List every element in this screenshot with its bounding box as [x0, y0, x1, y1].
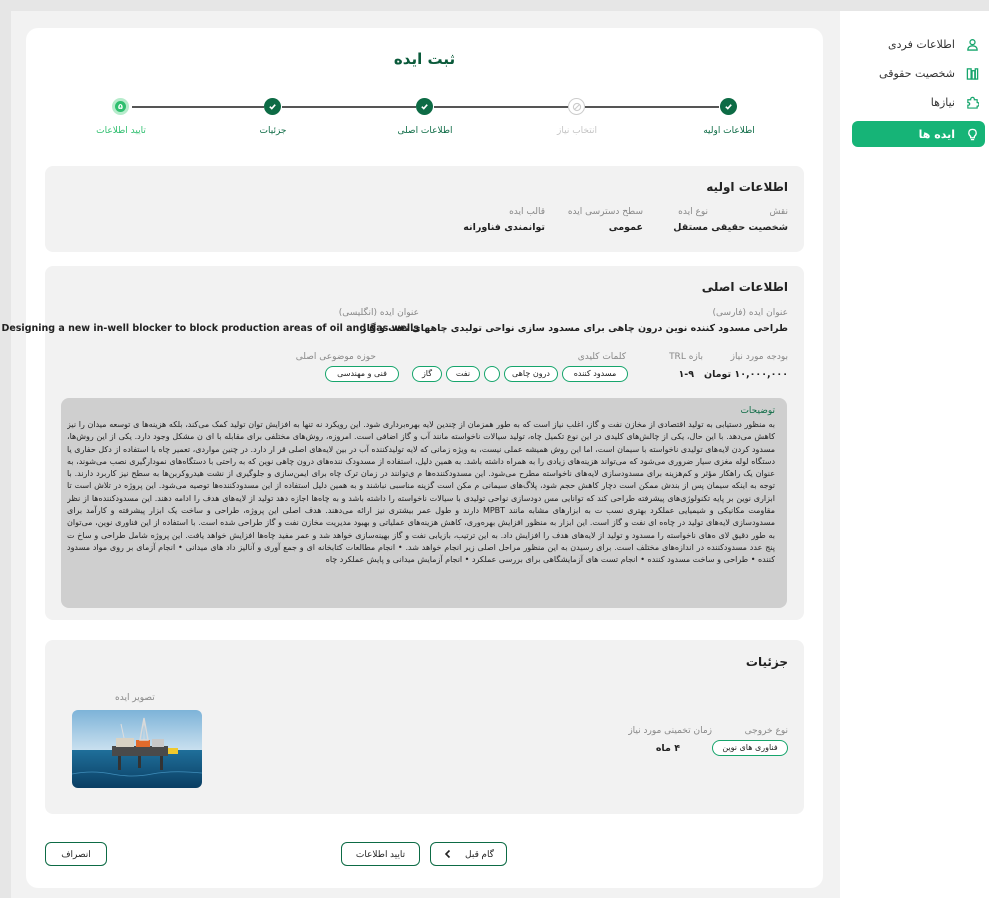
window-left-bar: [0, 11, 11, 898]
puzzle-icon: [961, 91, 983, 113]
main-domain-tag: فنی و مهندسی: [325, 366, 399, 382]
description-text: به منظور دستیابی به تولید اقتصادی از مخا…: [67, 420, 775, 565]
user-icon: [961, 33, 983, 55]
idea-type-value: مستقل: [673, 222, 708, 233]
idea-form-card: ثبت ایده ۵ اطلاعات اولیه انتخاب نیاز اطل…: [1, 28, 823, 888]
title-en-value: Designing a new in-well blocker to block…: [1, 323, 419, 334]
description-label: توضیحات: [740, 406, 775, 416]
sidebar-item-label: نیازها: [930, 95, 955, 109]
step-connector: [132, 106, 264, 108]
sidebar-item-ideas[interactable]: ایده ها: [852, 121, 985, 147]
check-icon: [269, 104, 276, 110]
sidebar-item-label: شخصیت حقوقی: [879, 66, 955, 80]
step-connector: [282, 106, 416, 108]
step-connector: [434, 106, 568, 108]
sidebar-item-legal-entity[interactable]: شخصیت حقوقی: [852, 60, 985, 86]
keywords-label: کلمات کلیدی: [577, 352, 626, 362]
step-main-info-indicator[interactable]: [416, 98, 433, 115]
keyword-tag: درون چاهی: [504, 366, 558, 382]
section-title: اطلاعات اولیه: [706, 180, 788, 194]
page-title: ثبت ایده: [393, 50, 456, 68]
step-select-need-indicator: [568, 98, 585, 115]
title-fa-label: عنوان ایده (فارسی): [712, 308, 788, 318]
cancel-button[interactable]: انصراف: [45, 842, 107, 866]
step-confirm-indicator[interactable]: ۵: [112, 98, 129, 115]
lightbulb-icon: [961, 123, 983, 145]
sidebar-item-label: اطلاعات فردی: [888, 37, 955, 51]
budget-label: بودجه مورد نیاز: [730, 352, 788, 362]
sidebar: اطلاعات فردی شخصیت حقوقی نیازها ایده ها: [840, 11, 989, 898]
output-type-label: نوع خروجی: [744, 726, 788, 736]
idea-template-label: قالب ایده: [509, 207, 545, 217]
idea-template-value: توانمندی فناورانه: [463, 222, 545, 233]
role-label: نقش: [769, 207, 788, 217]
check-icon: [421, 104, 428, 110]
idea-type-label: نوع ایده: [678, 207, 708, 217]
chevron-left-icon: [444, 849, 451, 859]
main-info-section: اطلاعات اصلی عنوان ایده (فارسی) طراحی مس…: [1, 266, 804, 620]
details-section: جزئیات نوع خروجی فناوری های نوین زمان تخ…: [45, 640, 804, 814]
previous-step-button[interactable]: گام قبل: [430, 842, 507, 866]
step-basic-info-indicator[interactable]: [720, 98, 737, 115]
step-details-indicator[interactable]: [264, 98, 281, 115]
window-top-bar: [0, 0, 989, 11]
keyword-tag: گاز: [412, 366, 442, 382]
step-connector: [585, 106, 719, 108]
keyword-tag: نفت: [446, 366, 480, 382]
trl-value: ۱-۹: [678, 369, 694, 380]
step-label-confirm: تایید اطلاعات: [96, 126, 146, 136]
sidebar-item-personal-info[interactable]: اطلاعات فردی: [852, 31, 985, 57]
sidebar-item-needs[interactable]: نیازها: [852, 89, 985, 115]
step-label-select-need: انتخاب نیاز: [557, 126, 597, 136]
progress-stepper: ۵ اطلاعات اولیه انتخاب نیاز اطلاعات اصلی…: [26, 96, 823, 146]
disabled-icon: [572, 102, 581, 111]
step-label-basic-info: اطلاعات اولیه: [703, 126, 755, 136]
budget-value: ۱۰,۰۰۰,۰۰۰ تومان: [704, 369, 788, 380]
offshore-rig-image: [72, 710, 202, 788]
step-label-main-info: اطلاعات اصلی: [397, 126, 453, 136]
main-domain-label: حوزه موضوعی اصلی: [295, 352, 376, 362]
building-icon: [961, 62, 983, 84]
idea-image-label: تصویر ایده: [115, 693, 155, 703]
check-icon: [725, 104, 732, 110]
step-label-details: جزئیات: [259, 126, 287, 136]
confirm-button[interactable]: تایید اطلاعات: [341, 842, 420, 866]
trl-label: بازه TRL: [669, 352, 703, 362]
description-box: توضیحات به منظور دستیابی به تولید اقتصاد…: [61, 398, 787, 608]
section-title: اطلاعات اصلی: [701, 280, 788, 294]
estimated-time-label: زمان تخمینی مورد نیاز: [628, 726, 712, 736]
basic-info-section: اطلاعات اولیه نقش شخصیت حقیقی نوع ایده م…: [45, 166, 804, 252]
idea-image[interactable]: [72, 710, 202, 788]
title-en-label: عنوان ایده (انگلیسی): [338, 308, 419, 318]
previous-step-label: گام قبل: [465, 848, 494, 859]
role-value: شخصیت حقیقی: [711, 222, 788, 233]
section-title: جزئیات: [745, 655, 788, 669]
keyword-tag: [484, 366, 500, 382]
title-fa-value: طراحی مسدود کننده نوین درون چاهی برای مس…: [361, 323, 788, 334]
access-level-value: عمومی: [608, 222, 643, 233]
output-type-tag: فناوری های نوین: [712, 740, 788, 756]
access-level-label: سطح دسترسی ایده: [567, 207, 643, 217]
keyword-tag: مسدود کننده: [562, 366, 628, 382]
estimated-time-value: ۴ ماه: [655, 743, 680, 754]
sidebar-item-label: ایده ها: [918, 127, 955, 141]
